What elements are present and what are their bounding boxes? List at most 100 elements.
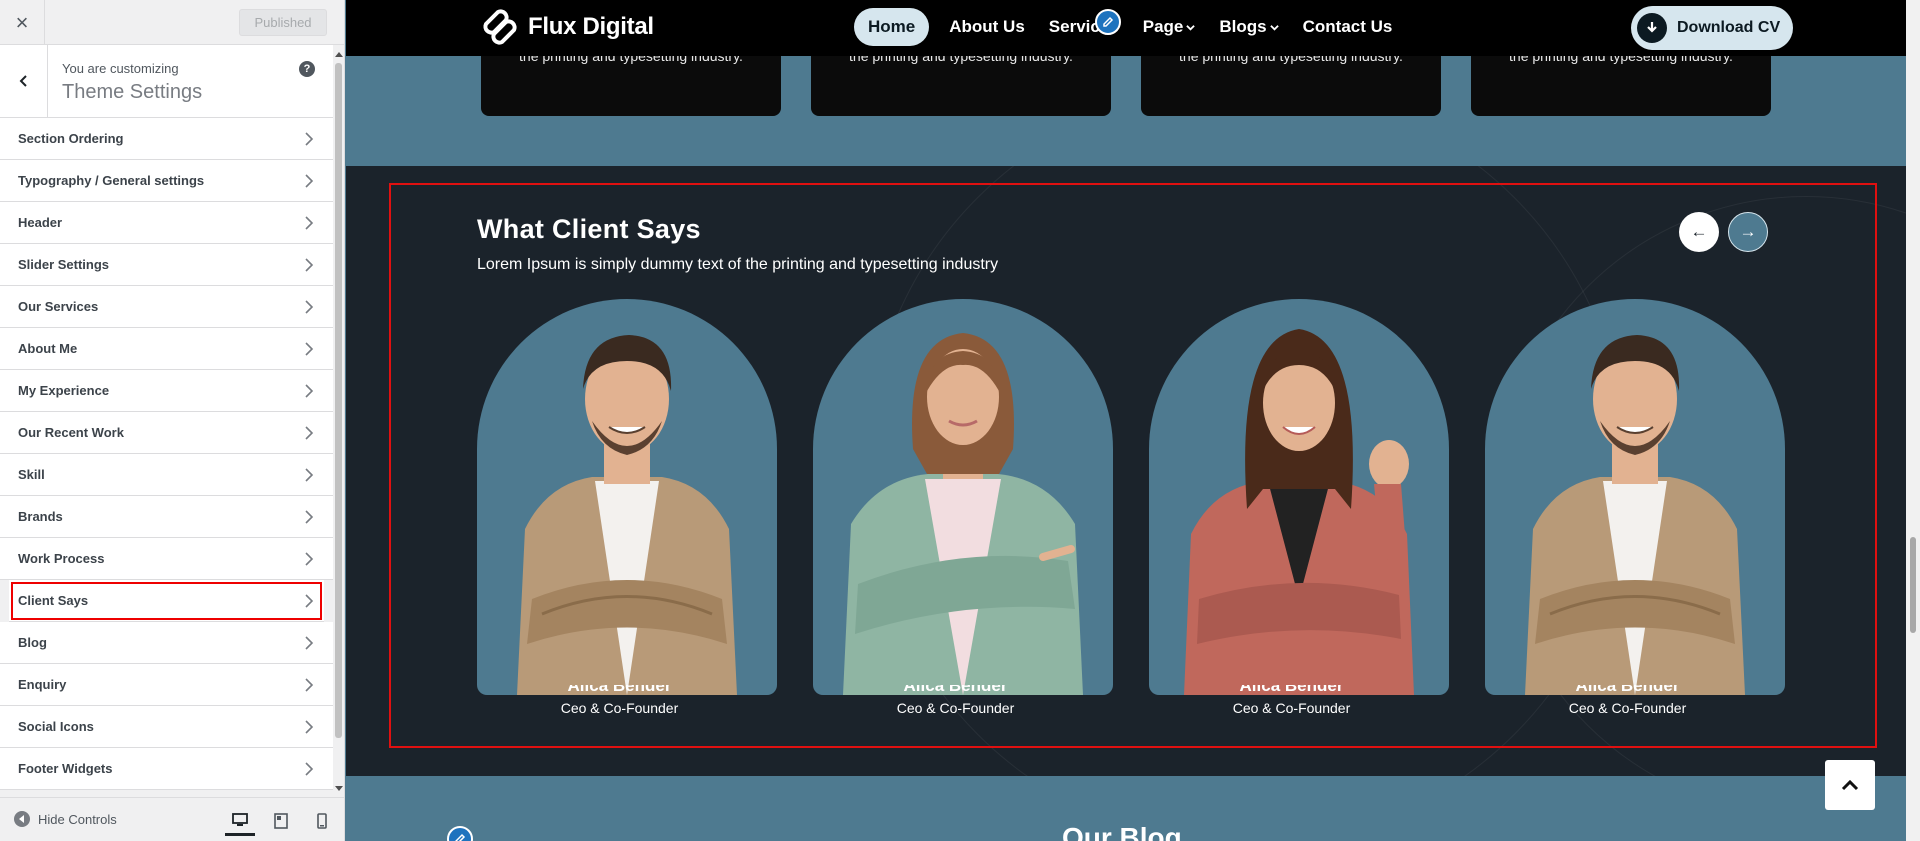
client-photo — [1485, 299, 1785, 695]
scrollbar-thumb[interactable] — [335, 63, 342, 738]
section-item[interactable]: Social Icons — [0, 706, 333, 748]
section-item-label: Footer Widgets — [18, 761, 113, 776]
chevron-right-icon — [305, 300, 314, 314]
chevron-right-icon — [305, 510, 314, 524]
chevron-right-icon — [305, 384, 314, 398]
nav-item[interactable]: Home — [854, 8, 930, 46]
section-item-label: About Me — [18, 341, 78, 356]
section-item-label: Our Recent Work — [18, 425, 124, 440]
section-item[interactable]: Our Recent Work — [0, 412, 333, 454]
client-role: Ceo & Co-Founder — [560, 700, 679, 716]
site-logo[interactable]: Flux Digital — [476, 4, 654, 50]
section-item-label: Social Icons — [18, 719, 94, 734]
nav-item-label: Contact Us — [1302, 17, 1393, 36]
section-item[interactable]: My Experience — [0, 370, 333, 412]
client-role: Ceo & Co-Founder — [896, 700, 1015, 716]
client-name: Alica Bender — [903, 685, 1008, 695]
scroll-up-arrow[interactable] — [335, 52, 343, 57]
section-item-label: Brands — [18, 509, 63, 524]
download-icon — [1637, 13, 1667, 43]
testimonial-card: Alica Bender Ceo & Co-Founder — [1485, 299, 1785, 716]
scroll-down-arrow[interactable] — [335, 786, 343, 791]
testimonial-card: Alica Bender Ceo & Co-Founder — [477, 299, 777, 716]
section-item-label: Header — [18, 215, 63, 230]
chevron-right-icon — [305, 258, 314, 272]
nav-item-label: Page — [1142, 17, 1184, 36]
section-item[interactable]: Typography / General settings — [0, 160, 333, 202]
section-item-label: Enquiry — [18, 677, 67, 692]
client-name: Alica Bender — [567, 685, 672, 695]
close-customizer-button[interactable]: × — [0, 0, 45, 45]
testimonial-card: Alica Bender Ceo & Co-Founder — [813, 299, 1113, 716]
carousel-next-button[interactable]: → — [1728, 212, 1768, 252]
customizer-header: × Published — [0, 0, 344, 45]
nav-item-label: About Us — [949, 17, 1025, 36]
scrollbar-thumb[interactable] — [1910, 537, 1916, 633]
hide-controls-button[interactable]: Hide Controls — [14, 811, 117, 827]
customizer-sidebar: × Published You are customizing Theme Se… — [0, 0, 345, 841]
flux-logo-icon — [483, 9, 517, 45]
mobile-preview-button[interactable] — [307, 806, 337, 836]
help-icon[interactable]: ? — [299, 61, 315, 77]
carousel-prev-button[interactable]: ← — [1679, 212, 1719, 252]
section-item[interactable]: Brands — [0, 496, 333, 538]
nav-item[interactable]: Contact Us — [1291, 8, 1405, 46]
preview-scrollbar[interactable] — [1906, 0, 1920, 841]
edit-shortcut-icon[interactable] — [447, 826, 473, 841]
collapse-icon — [14, 811, 30, 827]
chevron-right-icon — [305, 762, 314, 776]
section-item[interactable]: Footer Widgets — [0, 748, 333, 790]
chevron-up-icon — [1841, 779, 1859, 791]
download-cv-button[interactable]: Download CV — [1631, 6, 1793, 50]
section-item[interactable]: About Me — [0, 328, 333, 370]
client-name: Alica Bender — [1575, 685, 1680, 695]
sidebar-scrollbar[interactable] — [333, 45, 344, 797]
client-role: Ceo & Co-Founder — [1232, 700, 1351, 716]
main-nav: Home About Us Services Page Blogs Contact Us — [854, 8, 1404, 46]
chevron-right-icon — [305, 636, 314, 650]
edit-shortcut-icon[interactable] — [1095, 9, 1121, 35]
publish-button[interactable]: Published — [239, 9, 327, 36]
customizer-footer: Hide Controls — [0, 797, 344, 841]
section-item-label: Our Services — [18, 299, 99, 314]
section-item-label: Blog — [18, 635, 47, 650]
section-item-label: Client Says — [18, 593, 89, 608]
desktop-preview-button[interactable] — [225, 806, 255, 836]
scroll-to-top-button[interactable] — [1825, 760, 1875, 810]
site-preview: the printing and typesetting industry. t… — [346, 0, 1920, 841]
client-name: Alica Bender — [1239, 685, 1344, 695]
chevron-left-icon — [19, 75, 27, 87]
section-item[interactable]: Work Process — [0, 538, 333, 580]
section-item[interactable]: Enquiry — [0, 664, 333, 706]
section-item[interactable]: Skill — [0, 454, 333, 496]
section-item-label: My Experience — [18, 383, 110, 398]
section-item[interactable]: Header — [0, 202, 333, 244]
chevron-right-icon — [305, 594, 314, 608]
client-photo — [813, 299, 1113, 695]
section-item[interactable]: Blog — [0, 622, 333, 664]
section-item-label: Skill — [18, 467, 45, 482]
section-subtitle: Lorem Ipsum is simply dummy text of the … — [477, 256, 999, 273]
client-says-section: What Client Says Lorem Ipsum is simply d… — [346, 166, 1920, 776]
back-button[interactable] — [0, 45, 48, 117]
tablet-preview-button[interactable] — [266, 806, 296, 836]
section-item[interactable]: Client Says — [9, 580, 324, 622]
customizer-info: You are customizing Theme Settings ? — [0, 45, 333, 118]
nav-item[interactable]: About Us — [937, 8, 1037, 46]
nav-item[interactable]: Page — [1131, 8, 1208, 46]
chevron-down-icon — [1186, 24, 1196, 31]
client-photo — [1149, 299, 1449, 695]
section-item[interactable]: Slider Settings — [0, 244, 333, 286]
section-item[interactable]: Section Ordering — [0, 118, 333, 160]
chevron-right-icon — [305, 132, 314, 146]
section-item-label: Slider Settings — [18, 257, 110, 272]
hide-controls-label: Hide Controls — [38, 811, 117, 827]
nav-item-label: Home — [868, 17, 916, 36]
logo-text: Flux Digital — [528, 13, 654, 40]
section-item-label: Work Process — [18, 551, 105, 566]
nav-item-label: Blogs — [1219, 17, 1267, 36]
section-title: What Client Says — [477, 214, 701, 244]
section-item[interactable]: Our Services — [0, 286, 333, 328]
nav-item[interactable]: Blogs — [1207, 8, 1290, 46]
testimonial-card: Alica Bender Ceo & Co-Founder — [1149, 299, 1449, 716]
